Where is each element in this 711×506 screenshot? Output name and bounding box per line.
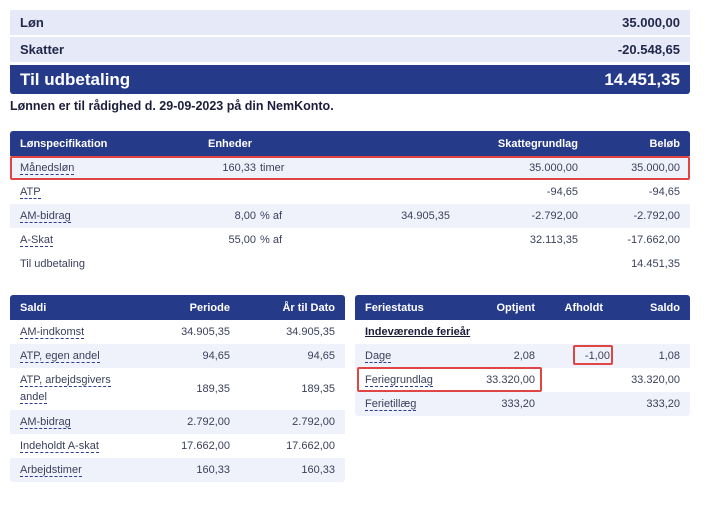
loen-value: 35.000,00 [622, 15, 680, 30]
loen-label: Løn [20, 15, 44, 30]
spec-row-amount: -17.662,00 [627, 234, 680, 246]
ferie-header-balance: Saldo [650, 302, 680, 314]
saldi-row: AM-bidrag 2.792,00 2.792,00 [10, 410, 345, 434]
payout-value: 14.451,35 [604, 69, 680, 89]
payout-row: Til udbetaling 14.451,35 [10, 65, 690, 94]
saldi-row-ytd: 2.792,00 [292, 416, 335, 428]
ferie-row-balance: 1,08 [658, 350, 680, 362]
spec-row: AM-bidrag 8,00 % af 34.905,35 -2.792,00 … [10, 204, 690, 228]
saldi-row-name-link[interactable]: Arbejdstimer [20, 464, 82, 477]
saldi-row-period: 94,65 [202, 350, 230, 362]
spec-header-units: Enheder [208, 138, 253, 150]
spec-row-tax-base: -2.792,00 [531, 210, 578, 222]
ferie-row: Dage 2,08 -1,00 1,08 [355, 344, 690, 368]
skatter-value: -20.548,65 [617, 42, 680, 57]
saldi-row-name-link-cont[interactable]: andel [20, 391, 47, 404]
skatter-row: Skatter -20.548,65 [10, 37, 690, 62]
spec-row-unit-type: % af [260, 234, 283, 246]
highlight-box [573, 345, 613, 365]
spec-row-amount: -94,65 [648, 186, 680, 198]
highlight-box [357, 367, 542, 392]
saldi-row: Arbejdstimer 160,33 160,33 [10, 458, 345, 482]
spec-row-name-link[interactable]: AM-bidrag [20, 210, 71, 223]
spec-row-units: 55,00 [228, 234, 256, 246]
saldi-row-name-link[interactable]: ATP, egen andel [20, 350, 100, 363]
loen-row: Løn 35.000,00 [10, 10, 690, 35]
saldi-row-name-link[interactable]: Indeholdt A-skat [20, 440, 99, 453]
spec-row-name-link[interactable]: A-Skat [20, 234, 54, 247]
saldi-row-ytd: 34.905,35 [286, 326, 335, 338]
spec-row: A-Skat 55,00 % af 32.113,35 -17.662,00 [10, 228, 690, 252]
spec-table-header: Lønspecifikation Enheder Skattegrundlag … [10, 131, 690, 156]
saldi-row-period: 2.792,00 [187, 416, 230, 428]
highlight-box [10, 156, 690, 180]
spec-row-tax-base: -94,65 [546, 186, 578, 198]
saldi-row-period: 34.905,35 [181, 326, 230, 338]
ferie-header-name: Feriestatus [365, 302, 424, 314]
spec-row-name-link[interactable]: ATP [20, 186, 41, 199]
spec-row-amount: 14.451,35 [631, 258, 680, 270]
saldi-row: AM-indkomst 34.905,35 34.905,35 [10, 320, 345, 344]
saldi-row: Indeholdt A-skat 17.662,00 17.662,00 [10, 434, 345, 458]
ferie-section-row: Indeværende ferieår [355, 320, 690, 344]
spec-row-total: Til udbetaling 14.451,35 [10, 252, 690, 276]
ferie-row-name-link[interactable]: Dage [365, 350, 392, 363]
payout-label: Til udbetaling [20, 69, 131, 89]
ferie-header-taken: Afholdt [564, 302, 603, 314]
ferie-row-earned: 333,20 [501, 398, 535, 410]
spec-row-unit-type: % af [260, 210, 283, 222]
spec-row-units: 8,00 [234, 210, 256, 222]
saldi-row-period: 189,35 [196, 383, 230, 395]
ferie-row-earned: 2,08 [513, 350, 535, 362]
saldi-header-ytd: År til Dato [282, 302, 335, 314]
saldi-row-name-link[interactable]: AM-bidrag [20, 416, 71, 429]
spec-header-amount: Beløb [649, 138, 680, 150]
saldi-row-name-link[interactable]: AM-indkomst [20, 326, 85, 339]
spec-row: ATP -94,65 -94,65 [10, 180, 690, 204]
spec-row-name: Til udbetaling [20, 258, 86, 270]
ferie-table-header: Feriestatus Optjent Afholdt Saldo [355, 295, 690, 320]
ferie-row-balance: 333,20 [646, 398, 680, 410]
availability-note: Lønnen er til rådighed d. 29-09-2023 på … [10, 99, 334, 113]
saldi-header-period: Periode [189, 302, 230, 314]
spec-header-name: Lønspecifikation [20, 138, 108, 150]
saldi-row-ytd: 160,33 [301, 464, 335, 476]
ferie-section-link[interactable]: Indeværende ferieår [365, 326, 470, 338]
saldi-row-period: 160,33 [196, 464, 230, 476]
spec-row-tax-base: 32.113,35 [529, 234, 578, 246]
ferie-row: Ferietillæg 333,20 333,20 [355, 392, 690, 416]
saldi-row-period: 17.662,00 [181, 440, 230, 452]
ferie-header-earned: Optjent [496, 302, 536, 314]
ferie-row-balance: 33.320,00 [631, 374, 680, 386]
ferie-row-name-link[interactable]: Ferietillæg [365, 398, 417, 411]
saldi-row-ytd: 17.662,00 [286, 440, 335, 452]
saldi-header-name: Saldi [20, 302, 47, 314]
saldi-row-ytd: 94,65 [307, 350, 335, 362]
saldi-row: ATP, arbejdsgivers andel 189,35 189,35 [10, 368, 345, 410]
spec-row-basis: 34.905,35 [401, 210, 450, 222]
saldi-row: ATP, egen andel 94,65 94,65 [10, 344, 345, 368]
skatter-label: Skatter [20, 42, 65, 57]
saldi-row-ytd: 189,35 [301, 383, 335, 395]
spec-row-amount: -2.792,00 [633, 210, 680, 222]
spec-header-tax-base: Skattegrundlag [497, 138, 578, 150]
saldi-row-name-link[interactable]: ATP, arbejdsgivers [20, 374, 111, 387]
saldi-table-header: Saldi Periode År til Dato [10, 295, 345, 320]
